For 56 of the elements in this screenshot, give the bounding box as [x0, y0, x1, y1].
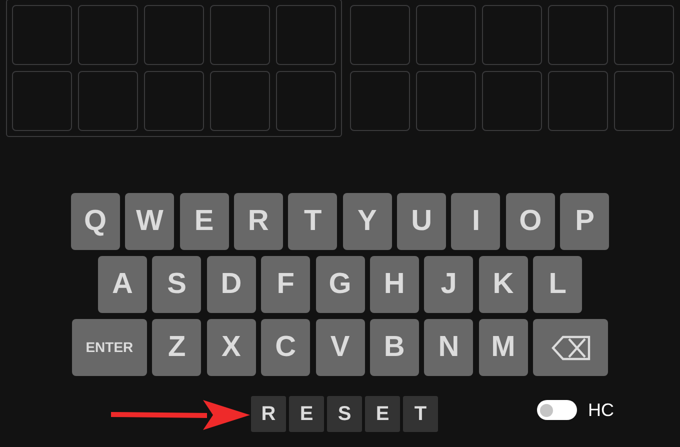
letter-tile [276, 5, 336, 65]
key[interactable]: R [234, 193, 283, 250]
letter-tile [482, 71, 542, 131]
key[interactable]: V [316, 319, 364, 376]
letter-tile [614, 5, 674, 65]
reset-tile[interactable]: T [403, 396, 438, 432]
letter-tile [210, 71, 270, 131]
letter-tile [12, 71, 72, 131]
key[interactable]: S [152, 256, 202, 313]
key[interactable]: F [261, 256, 310, 313]
key[interactable]: Z [152, 319, 202, 376]
backspace-key[interactable] [533, 319, 608, 376]
key[interactable]: K [478, 256, 528, 313]
letter-tile [78, 5, 138, 65]
key[interactable]: M [478, 319, 528, 376]
letter-tile [78, 71, 138, 131]
letter-tile [548, 71, 608, 131]
key[interactable]: Q [70, 193, 120, 250]
letter-tile [350, 71, 410, 131]
key[interactable]: T [288, 193, 338, 250]
key[interactable]: O [506, 193, 555, 250]
reset-tile[interactable]: R [251, 396, 286, 432]
letter-tile [210, 5, 270, 65]
letter-tile [416, 5, 476, 65]
key[interactable]: A [98, 256, 147, 313]
key[interactable]: N [424, 319, 474, 376]
key[interactable]: C [261, 319, 310, 376]
toggle-label: HC [588, 398, 614, 422]
reset-tile[interactable]: E [289, 396, 324, 432]
key[interactable]: U [397, 193, 446, 250]
letter-tile [416, 71, 476, 131]
key[interactable]: B [370, 319, 419, 376]
letter-tile [144, 5, 204, 65]
key[interactable]: P [560, 193, 610, 250]
key[interactable]: J [424, 256, 474, 313]
letter-tile [276, 71, 336, 131]
key[interactable]: H [370, 256, 419, 313]
reset-tile[interactable]: E [365, 396, 400, 432]
key[interactable]: G [316, 256, 364, 313]
toggle-switch[interactable] [537, 400, 577, 420]
letter-tile [548, 5, 608, 65]
key[interactable]: L [533, 256, 582, 313]
letter-tile [350, 5, 410, 65]
key[interactable]: Y [342, 193, 392, 250]
key[interactable]: D [206, 256, 256, 313]
key[interactable]: W [125, 193, 174, 250]
reset-tile[interactable]: S [327, 396, 362, 432]
backspace-icon [550, 334, 591, 360]
letter-tile [144, 71, 204, 131]
letter-tile [12, 5, 72, 65]
key[interactable]: I [451, 193, 500, 250]
letter-tile [614, 71, 674, 131]
letter-tile [482, 5, 542, 65]
key[interactable]: X [206, 319, 256, 376]
key[interactable]: E [180, 193, 229, 250]
enter-key[interactable]: ENTER [72, 319, 147, 376]
